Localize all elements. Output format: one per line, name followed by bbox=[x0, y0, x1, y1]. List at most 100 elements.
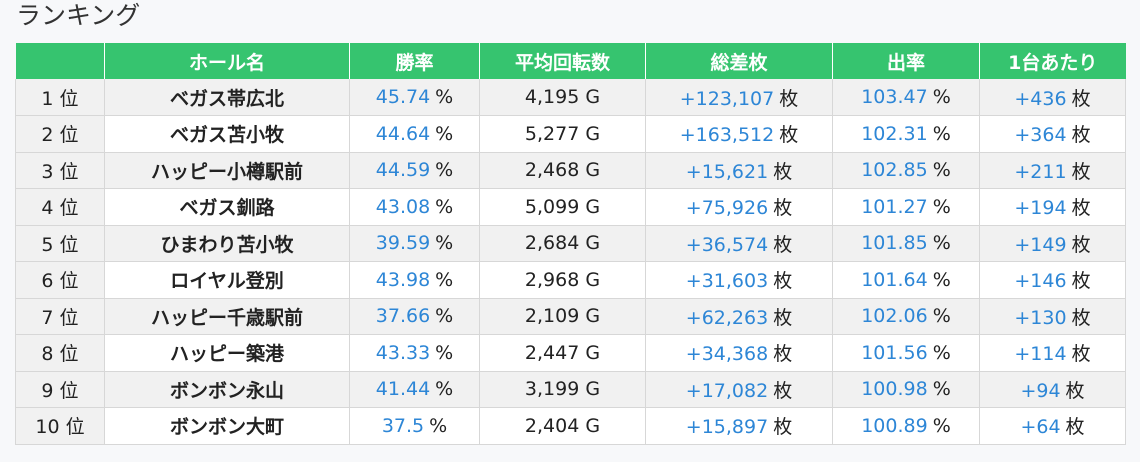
hall-name[interactable]: ひまわり苫小牧 bbox=[160, 234, 293, 256]
column-header-total-diff[interactable]: 総差枚 bbox=[645, 43, 833, 79]
rank-label: 6 位 bbox=[41, 270, 79, 293]
hall-name[interactable]: ハッピー小樽駅前 bbox=[151, 161, 303, 183]
win-rate-cell: 39.59% bbox=[349, 225, 480, 262]
total-diff-cell: +123,107 枚 bbox=[645, 79, 833, 116]
total-diff-cell: +15,897 枚 bbox=[645, 407, 833, 445]
win-rate-value: 43.98 bbox=[375, 268, 431, 291]
per-machine-unit: 枚 bbox=[1071, 124, 1091, 147]
win-rate-value: 44.64 bbox=[375, 122, 431, 145]
win-rate-value: 37.66 bbox=[375, 305, 431, 328]
payout-value: 101.56 bbox=[861, 341, 928, 364]
total-diff-unit: 枚 bbox=[779, 124, 799, 147]
per-machine-unit: 枚 bbox=[1065, 416, 1085, 439]
per-machine-value: +146 bbox=[1014, 270, 1067, 293]
hall-name[interactable]: ベガス釧路 bbox=[179, 197, 274, 219]
win-rate-value: 39.59 bbox=[375, 232, 431, 255]
per-machine-cell: +149 枚 bbox=[979, 225, 1126, 262]
per-machine-cell: +194 枚 bbox=[979, 188, 1126, 226]
per-machine-value: +114 bbox=[1014, 343, 1067, 366]
hall-name-cell[interactable]: ハッピー小樽駅前 bbox=[104, 152, 350, 189]
hall-name[interactable]: ハッピー千歳駅前 bbox=[151, 307, 303, 329]
column-header-payout[interactable]: 出率 bbox=[832, 43, 980, 79]
payout-value: 101.64 bbox=[861, 268, 928, 291]
avg-spins-cell: 5,277 G bbox=[479, 115, 646, 153]
hall-name[interactable]: ボンボン永山 bbox=[170, 380, 284, 402]
payout-cell: 103.47% bbox=[832, 79, 980, 116]
total-diff-unit: 枚 bbox=[779, 87, 799, 110]
win-rate-value: 37.5 bbox=[381, 414, 425, 437]
total-diff-value: +75,926 bbox=[685, 197, 769, 220]
total-diff-cell: +36,574 枚 bbox=[645, 225, 833, 262]
avg-spins-value: 4,195 G bbox=[524, 86, 601, 108]
payout-value: 101.85 bbox=[861, 232, 928, 255]
total-diff-value: +15,897 bbox=[685, 416, 769, 439]
hall-name-cell[interactable]: ハッピー千歳駅前 bbox=[104, 298, 350, 335]
avg-spins-value: 5,277 G bbox=[524, 122, 601, 145]
payout-cell: 102.85% bbox=[832, 152, 980, 189]
win-rate-unit: % bbox=[435, 159, 454, 182]
win-rate-cell: 37.66% bbox=[349, 298, 480, 335]
per-machine-cell: +364 枚 bbox=[979, 115, 1126, 153]
total-diff-unit: 枚 bbox=[773, 233, 793, 256]
table-row: 4 位ベガス釧路 43.08% 5,099 G +75,926 枚 101.27% +194… bbox=[15, 188, 1126, 226]
payout-value: 100.98 bbox=[861, 378, 928, 401]
rank-label: 9 位 bbox=[41, 379, 79, 402]
column-header-hall[interactable]: ホール名 bbox=[104, 43, 350, 79]
total-diff-cell: +75,926 枚 bbox=[645, 188, 833, 226]
rank-cell: 3 位 bbox=[15, 152, 105, 189]
table-row: 10 位ボンボン大町 37.5% 2,404 G +15,897 枚 100.89% +64… bbox=[15, 407, 1126, 445]
per-machine-value: +94 bbox=[1020, 379, 1061, 402]
hall-name-cell[interactable]: ハッピー築港 bbox=[104, 334, 350, 372]
per-machine-value: +194 bbox=[1014, 197, 1067, 220]
column-header-per-machine[interactable]: 1台あたり bbox=[979, 43, 1126, 79]
win-rate-unit: % bbox=[435, 341, 454, 364]
hall-name[interactable]: ロイヤル登別 bbox=[170, 270, 283, 292]
per-machine-cell: +114 枚 bbox=[979, 334, 1126, 372]
win-rate-cell: 43.33% bbox=[349, 334, 480, 372]
hall-name-cell[interactable]: ベガス釧路 bbox=[104, 188, 350, 226]
hall-name[interactable]: ベガス帯広北 bbox=[170, 88, 284, 110]
payout-unit: % bbox=[932, 232, 951, 255]
hall-name-cell[interactable]: ボンボン永山 bbox=[104, 371, 350, 408]
rank-label: 8 位 bbox=[41, 343, 79, 366]
ranking-table: ホール名 勝率 平均回転数 総差枚 出率 1台あたり 1 位 ベガス帯広北 45.7… bbox=[15, 43, 1126, 445]
avg-spins-value: 2,109 G bbox=[524, 305, 601, 328]
avg-spins-cell: 2,109 G bbox=[479, 298, 646, 335]
rank-cell: 5 位 bbox=[15, 225, 105, 262]
avg-spins-value: 2,684 G bbox=[524, 232, 601, 255]
per-machine-cell: +146 枚 bbox=[979, 261, 1126, 299]
hall-name-cell[interactable]: ベガス帯広北 bbox=[104, 79, 350, 116]
total-diff-cell: +34,368 枚 bbox=[645, 334, 833, 372]
avg-spins-cell: 2,684 G bbox=[479, 225, 646, 262]
hall-name[interactable]: ボンボン大町 bbox=[170, 416, 284, 438]
rank-cell: 4 位 bbox=[15, 188, 105, 226]
table-row: 6 位ロイヤル登別 43.98% 2,968 G +31,603 枚 101.64% +14… bbox=[15, 261, 1126, 299]
total-diff-value: +36,574 bbox=[685, 233, 769, 256]
rank-label: 5 位 bbox=[41, 233, 79, 256]
win-rate-cell: 43.08% bbox=[349, 188, 480, 226]
hall-name-cell[interactable]: ベガス苫小牧 bbox=[104, 115, 350, 153]
rank-label: 10 位 bbox=[35, 416, 85, 439]
total-diff-unit: 枚 bbox=[773, 306, 793, 329]
table-row: 9 位ボンボン永山 41.44% 3,199 G +17,082 枚 100.98% +94… bbox=[15, 371, 1126, 408]
hall-name-cell[interactable]: ひまわり苫小牧 bbox=[104, 225, 350, 262]
per-machine-cell: +211 枚 bbox=[979, 152, 1126, 189]
payout-cell: 101.56% bbox=[832, 334, 980, 372]
column-header-avg-spins[interactable]: 平均回転数 bbox=[479, 43, 646, 79]
per-machine-unit: 枚 bbox=[1065, 379, 1085, 402]
hall-name-cell[interactable]: ロイヤル登別 bbox=[104, 261, 350, 299]
hall-name[interactable]: ハッピー築港 bbox=[170, 343, 284, 365]
payout-cell: 101.27% bbox=[832, 188, 980, 226]
column-header-win-rate[interactable]: 勝率 bbox=[349, 43, 480, 79]
avg-spins-cell: 2,447 G bbox=[479, 334, 646, 372]
hall-name-cell[interactable]: ボンボン大町 bbox=[104, 407, 350, 445]
table-row: 2 位ベガス苫小牧 44.64% 5,277 G +163,512 枚 102.31% +3… bbox=[15, 115, 1126, 153]
payout-cell: 101.64% bbox=[832, 261, 980, 299]
hall-name[interactable]: ベガス苫小牧 bbox=[170, 124, 284, 146]
payout-cell: 100.89% bbox=[832, 407, 980, 445]
win-rate-cell: 45.74% bbox=[349, 79, 480, 116]
payout-unit: % bbox=[932, 122, 951, 145]
total-diff-value: +34,368 bbox=[685, 343, 769, 366]
avg-spins-value: 3,199 G bbox=[524, 378, 601, 401]
avg-spins-cell: 2,404 G bbox=[479, 407, 646, 445]
